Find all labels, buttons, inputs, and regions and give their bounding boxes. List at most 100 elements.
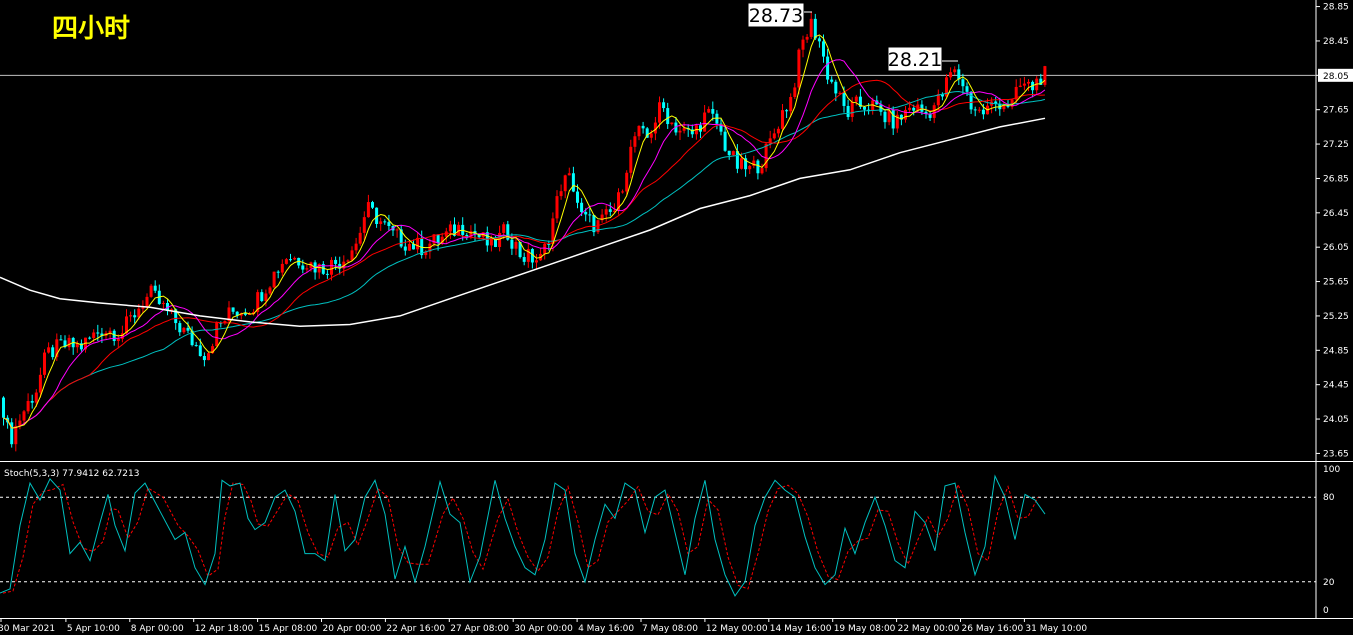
candle-body — [276, 271, 280, 273]
candle-body — [293, 257, 297, 260]
candle-body — [543, 243, 547, 254]
candle-body — [863, 106, 866, 110]
candle-body — [231, 307, 235, 312]
price-tick-label: 24.05 — [1323, 415, 1349, 425]
time-tick-label: 20 Apr 00:00 — [323, 624, 382, 634]
candle-body — [289, 259, 292, 261]
candle-body — [908, 107, 912, 110]
price-tick-label: 24.85 — [1323, 346, 1349, 356]
candle-body — [354, 243, 358, 251]
candle-body — [682, 128, 686, 131]
candle-body — [834, 81, 838, 94]
candle-body — [604, 209, 608, 215]
candle-body — [112, 330, 116, 341]
candle-body — [1018, 85, 1022, 87]
candle-body — [22, 411, 26, 421]
candle-body — [764, 143, 768, 169]
candle-body — [723, 131, 727, 151]
candle-body — [502, 224, 506, 233]
candle-body — [567, 173, 571, 176]
candle-body — [350, 250, 354, 261]
candle-body — [186, 327, 190, 331]
candle-body — [735, 151, 739, 169]
candle-body — [817, 38, 821, 42]
candle-body — [1043, 66, 1047, 85]
candle-body — [912, 107, 916, 111]
candle-body — [366, 202, 370, 218]
high-annotation: 28.73 — [747, 2, 812, 28]
price-tick-label: 26.85 — [1323, 174, 1349, 184]
candle-body — [141, 307, 145, 309]
candle-body — [625, 172, 629, 192]
candle-body — [379, 221, 383, 225]
candle-body — [280, 263, 284, 273]
candle-body — [949, 72, 953, 78]
candle-body — [34, 392, 38, 403]
price-panel: 28.85 28.45 28.05 27.65 27.25 26.85 26.45 26.05… — [0, 0, 1353, 619]
candle-body — [30, 401, 34, 403]
candle-body — [215, 322, 219, 347]
time-tick-label: 8 Apr 00:00 — [131, 624, 184, 634]
time-tick-label: 27 Apr 08:00 — [450, 624, 509, 634]
time-tick-label: 22 Apr 16:00 — [386, 624, 445, 634]
candle-body — [202, 356, 206, 361]
candle-body — [592, 214, 596, 233]
stoch-tick-label: 20 — [1323, 578, 1335, 588]
candle-body — [510, 239, 514, 249]
candle-body — [178, 323, 182, 333]
candle-body — [961, 79, 965, 87]
stoch-main-line — [0, 474, 1046, 597]
stoch-panel: Stoch(5,3,3) 77.9412 62.7213 100 80 20 0 — [0, 465, 1340, 616]
candle-body — [957, 69, 961, 80]
candle-body — [145, 296, 149, 308]
time-tick-label: 31 May 10:00 — [1025, 624, 1087, 634]
candle-body — [522, 257, 526, 262]
candle-body — [633, 136, 637, 147]
time-tick-label: 19 May 08:00 — [834, 624, 896, 634]
candle-body — [805, 36, 809, 40]
candle-body — [305, 268, 309, 270]
candle-body — [830, 79, 834, 82]
time-tick-label: 4 May 16:00 — [578, 624, 634, 634]
candle-body — [571, 173, 575, 192]
candle-body — [153, 285, 157, 291]
candle-body — [641, 125, 645, 129]
candle-body — [362, 217, 366, 233]
candle-body — [137, 308, 141, 318]
candle-body — [436, 234, 440, 244]
candle-body — [407, 243, 411, 251]
candle-body — [707, 109, 711, 113]
candle-body — [801, 39, 805, 50]
candle-body — [576, 191, 579, 203]
candle-body — [198, 345, 202, 357]
candle-body — [854, 96, 858, 102]
candle-body — [88, 337, 92, 339]
candle-body — [965, 86, 969, 92]
candle-body — [1027, 81, 1030, 84]
price-tick-label: 28.85 — [1323, 3, 1349, 13]
candle-body — [547, 243, 551, 245]
time-axis-ticks: 30 Mar 2021 5 Apr 10:00 8 Apr 00:00 12 Apr … — [0, 618, 1087, 634]
price-tick-label: 23.65 — [1323, 449, 1349, 459]
price-tick-label: 26.05 — [1323, 243, 1349, 253]
candle-body — [785, 110, 789, 112]
candle-body — [51, 347, 55, 358]
candle-body — [740, 158, 743, 169]
candle-body — [182, 327, 186, 333]
stoch-tick-label: 0 — [1323, 606, 1329, 616]
candle-body — [268, 287, 272, 294]
candle-body — [760, 168, 764, 174]
candle-body — [748, 165, 752, 170]
candle-body — [67, 337, 71, 348]
candle-body — [498, 232, 502, 247]
candle-body — [535, 260, 538, 263]
candle-body — [59, 339, 63, 341]
candle-body — [904, 109, 907, 120]
candle-body — [38, 374, 42, 393]
candle-body — [403, 246, 407, 251]
time-tick-label: 7 May 08:00 — [642, 624, 698, 634]
stoch-axis-ticks: 100 80 20 0 — [1323, 465, 1340, 616]
candle-body — [731, 151, 735, 156]
candle-body — [448, 224, 452, 232]
candle-body — [756, 160, 760, 174]
